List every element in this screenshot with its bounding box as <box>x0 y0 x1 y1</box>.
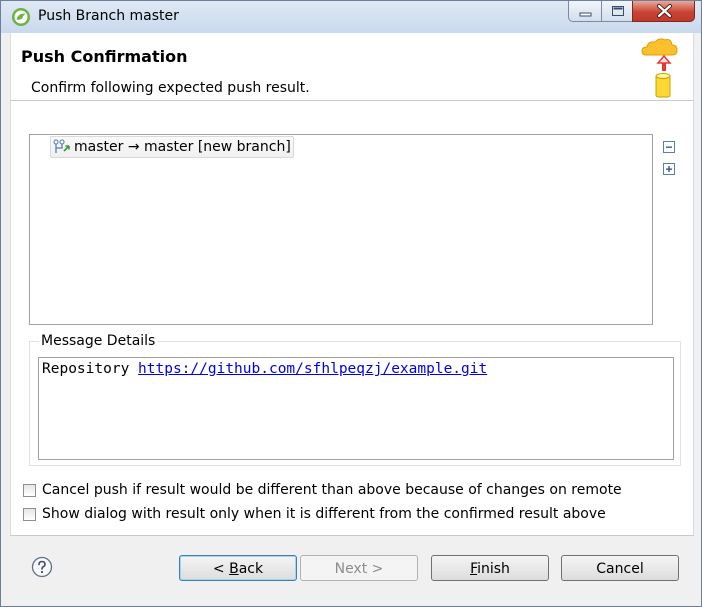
cancel-button[interactable]: Cancel <box>561 555 679 581</box>
cancel-if-different-checkbox[interactable] <box>23 483 36 497</box>
push-to-cloud-icon <box>641 38 678 98</box>
title-bar[interactable]: Push Branch master <box>1 1 701 33</box>
show-only-if-different-checkbox[interactable] <box>23 507 36 521</box>
wizard-content: master → master [new branch] Message Det… <box>10 101 694 535</box>
show-only-if-different-label: Show dialog with result only when it is … <box>42 506 606 522</box>
cancel-if-different-label: Cancel push if result would be different… <box>42 482 622 498</box>
button-bar: < Back Next > Finish Cancel <box>1 535 701 606</box>
expand-all-icon[interactable] <box>663 163 675 175</box>
back-button[interactable]: < Back <box>179 555 297 581</box>
next-button[interactable]: Next > <box>300 555 418 581</box>
back-rest: ack <box>238 561 264 577</box>
close-icon <box>657 4 672 18</box>
message-details-group: Message Details Repository https://githu… <box>29 333 681 466</box>
minimize-icon <box>579 12 592 17</box>
push-branch-dialog: Push Branch master Push Confirmation Con… <box>0 0 702 607</box>
maximize-button[interactable] <box>601 1 633 22</box>
banner-description: Confirm following expected push result. <box>31 80 310 96</box>
message-details-text[interactable]: Repository https://github.com/sfhlpeqzj/… <box>38 357 674 460</box>
spring-app-icon <box>12 8 30 26</box>
maximize-icon <box>612 6 624 16</box>
cancel-if-different-option[interactable]: Cancel push if result would be different… <box>23 482 622 498</box>
cancel-label: Cancel <box>596 561 644 577</box>
next-label: Next > <box>334 561 384 577</box>
help-icon[interactable] <box>31 556 53 578</box>
repository-prefix: Repository <box>42 361 139 377</box>
back-mnemonic: B <box>229 561 239 577</box>
finish-button[interactable]: Finish <box>431 555 549 581</box>
message-details-legend: Message Details <box>39 333 158 349</box>
minimize-button[interactable] <box>568 1 602 22</box>
tree-item-label: master → master [new branch] <box>74 139 291 155</box>
show-only-if-different-option[interactable]: Show dialog with result only when it is … <box>23 506 606 522</box>
finish-rest: inish <box>477 561 510 577</box>
back-prefix: < <box>212 561 230 577</box>
wizard-banner: Push Confirmation Confirm following expe… <box>10 33 694 101</box>
banner-title: Push Confirmation <box>21 47 188 66</box>
window-title: Push Branch master <box>38 8 179 24</box>
collapse-all-icon[interactable] <box>663 141 675 153</box>
tree-item-master[interactable]: master → master [new branch] <box>50 136 294 158</box>
push-ref-icon <box>53 139 70 153</box>
repository-link[interactable]: https://github.com/sfhlpeqzj/example.git <box>138 361 487 377</box>
close-button[interactable] <box>632 1 695 22</box>
footer-separator <box>10 535 694 536</box>
push-results-tree[interactable]: master → master [new branch] <box>29 134 653 325</box>
